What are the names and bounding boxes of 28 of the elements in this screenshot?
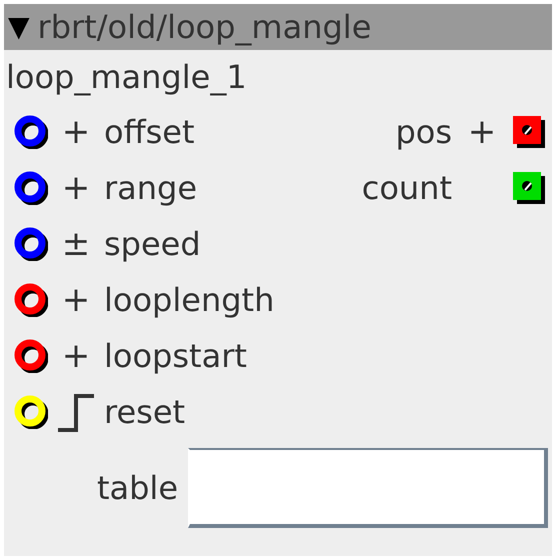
input-port-icon[interactable]	[14, 339, 48, 373]
trigger-icon	[56, 392, 96, 432]
node-title: rbrt/old/loop_mangle	[38, 11, 372, 43]
table-field[interactable]	[188, 448, 548, 528]
input-port-icon[interactable]	[14, 171, 48, 205]
input-port-icon[interactable]	[14, 395, 48, 429]
input-label: offset	[104, 116, 195, 148]
input-port-icon[interactable]	[14, 283, 48, 317]
type-symbol: +	[62, 171, 90, 205]
type-symbol: +	[62, 339, 90, 373]
input-label: looplength	[104, 284, 274, 316]
input-label: loopstart	[104, 340, 247, 372]
input-label: speed	[104, 228, 201, 260]
type-symbol: +	[468, 115, 496, 149]
input-label: reset	[104, 396, 186, 428]
input-port-icon[interactable]	[14, 227, 48, 261]
type-symbol: ±	[62, 227, 90, 261]
node-name: loop_mangle_1	[6, 61, 247, 93]
type-symbol: +	[62, 283, 90, 317]
table-label: table	[96, 472, 178, 504]
output-port-icon[interactable]	[512, 115, 546, 149]
output-port-icon[interactable]	[512, 171, 546, 205]
type-symbol: +	[62, 115, 90, 149]
output-label: count	[362, 172, 452, 204]
input-port-icon[interactable]	[14, 115, 48, 149]
output-label: pos	[395, 116, 452, 148]
input-label: range	[104, 172, 198, 204]
collapse-arrow[interactable]: ▼	[8, 13, 30, 41]
